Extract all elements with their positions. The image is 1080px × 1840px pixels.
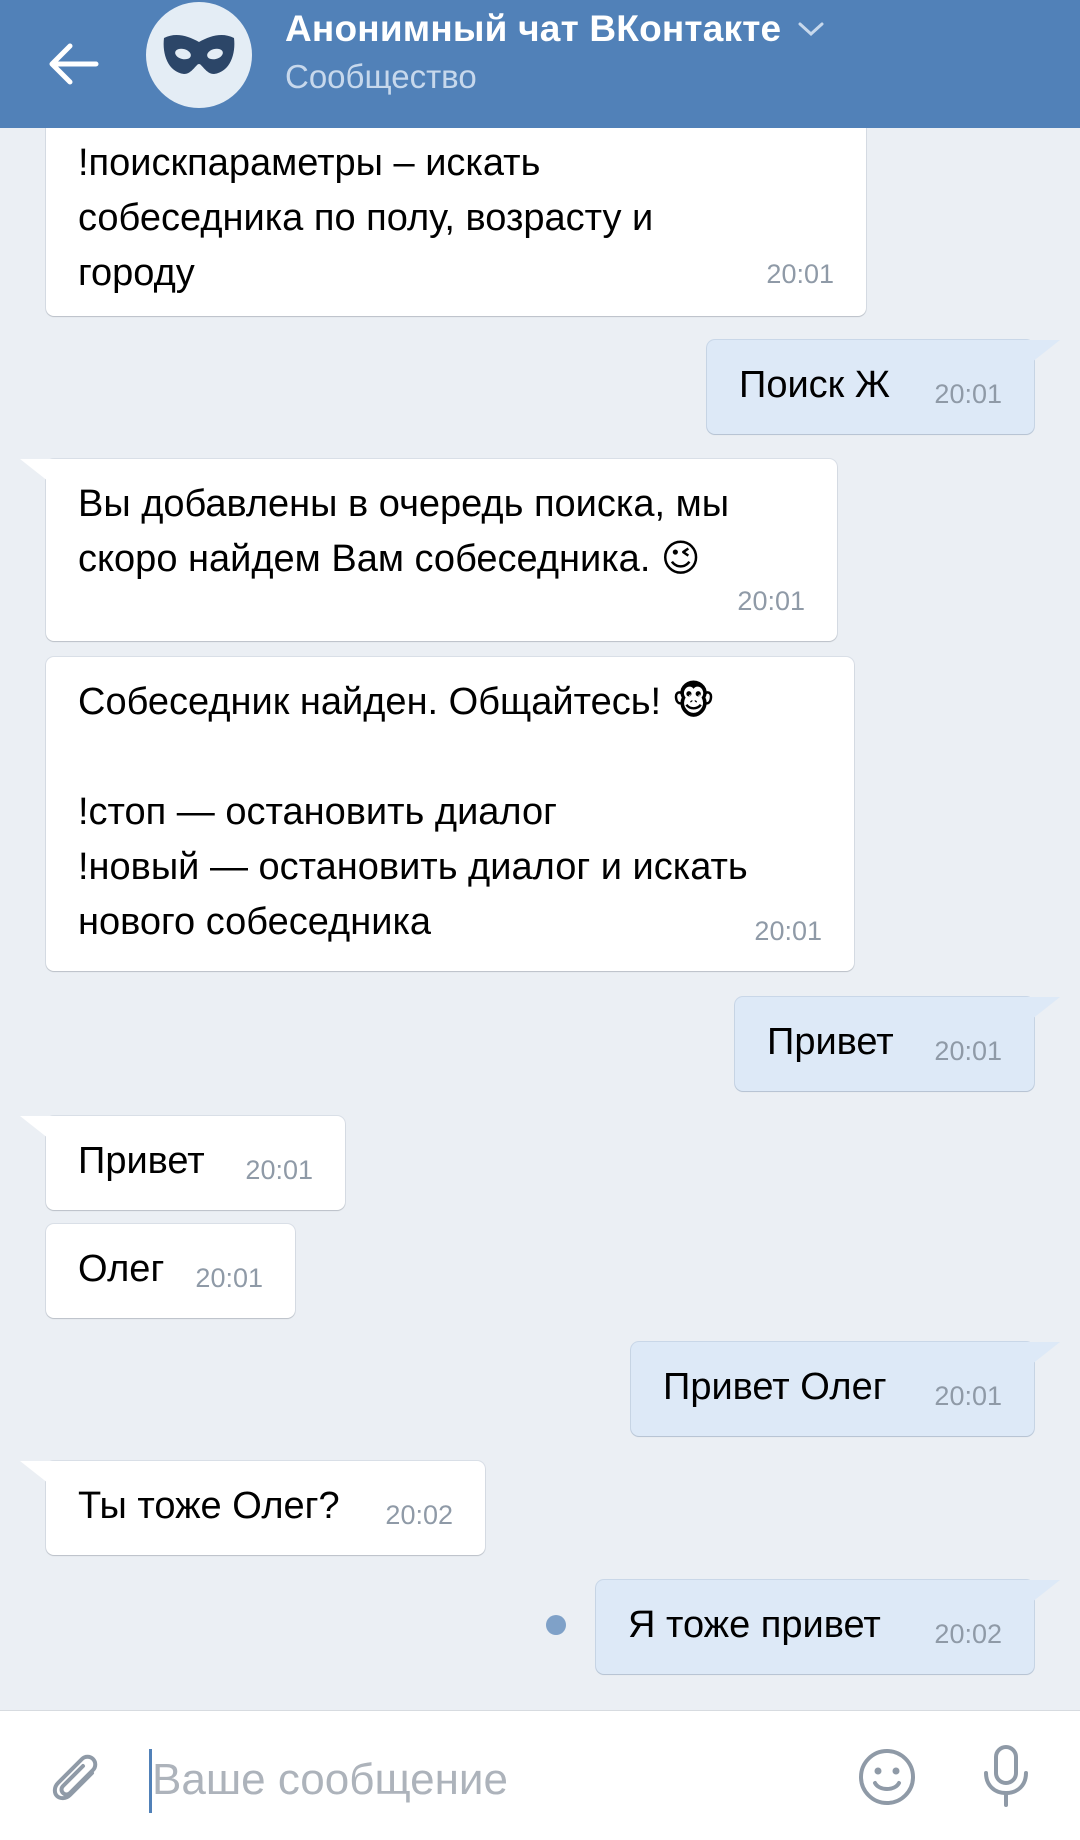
bubble-tail [20,1116,58,1146]
back-button[interactable] [38,30,110,98]
chat-subtitle: Сообщество [285,58,477,95]
message-time: 20:01 [766,259,834,289]
message-incoming[interactable]: Олег 20:01 [46,1224,295,1318]
message-incoming[interactable]: Вы добавлены в очередь поиска, мы скоро … [20,459,837,641]
message-time: 20:01 [934,379,1002,409]
message-text: Собеседник найден. Общайтесь! 🐵 !стоп — … [78,681,748,943]
message-time: 20:01 [754,916,822,946]
attach-button[interactable] [44,1747,106,1814]
message-outgoing[interactable]: Привет Олег 20:01 [631,1342,1060,1436]
message-time: 20:01 [245,1155,313,1185]
message-time: 20:01 [934,1381,1002,1411]
message-text: !поискпараметры – искать собеседника по … [78,142,654,294]
bubble-tail [1022,340,1060,370]
message-text: Привет [767,1021,894,1063]
message-text: Привет [78,1140,205,1182]
arrow-left-icon [49,43,99,85]
message-text: Поиск Ж [739,364,890,406]
bubble-tail [1022,1342,1060,1372]
smile-icon [859,1749,915,1805]
message-time: 20:01 [195,1263,263,1293]
unread-indicator [546,1615,566,1635]
message-text: Вы добавлены в очередь поиска, мы скоро … [78,483,730,580]
bubble-tail [1022,1580,1060,1610]
message-text: Олег [78,1248,165,1290]
paperclip-icon [52,1754,98,1801]
mask-icon [163,35,235,74]
microphone-icon [984,1745,1028,1807]
emoji-button[interactable] [855,1745,919,1814]
chat-title: Анонимный чат ВКонтакте [285,8,782,49]
message-text: Привет Олег [663,1366,887,1408]
message-time: 20:02 [385,1500,453,1530]
message-outgoing[interactable]: Привет 20:01 [735,997,1060,1091]
message-incoming[interactable]: Собеседник найден. Общайтесь! 🐵 !стоп — … [46,657,854,971]
message-incoming[interactable]: !поискпараметры – искать собеседника по … [46,96,866,316]
bubble-tail [1022,997,1060,1027]
message-incoming[interactable]: Привет 20:01 [20,1116,345,1210]
message-outgoing[interactable]: Я тоже привет 20:02 [596,1580,1060,1674]
message-input[interactable]: Ваше сообщение [152,1755,508,1805]
message-time: 20:02 [934,1619,1002,1649]
chat-header: Анонимный чат ВКонтакте Сообщество [0,0,1080,128]
bubble-tail [20,1461,58,1491]
voice-button[interactable] [976,1741,1036,1816]
message-text: Ты тоже Олег? [78,1485,340,1527]
message-composer: Ваше сообщение [0,1710,1080,1840]
message-incoming[interactable]: Ты тоже Олег? 20:02 [20,1461,485,1555]
message-time: 20:01 [934,1036,1002,1066]
header-title-block[interactable]: Анонимный чат ВКонтакте Сообщество [285,8,826,96]
bubble-tail [20,459,58,489]
community-avatar[interactable] [146,2,252,108]
message-outgoing[interactable]: Поиск Ж 20:01 [707,340,1060,434]
message-text: Я тоже привет [628,1604,881,1646]
message-time: 20:01 [737,586,805,616]
chevron-down-icon [798,22,824,37]
